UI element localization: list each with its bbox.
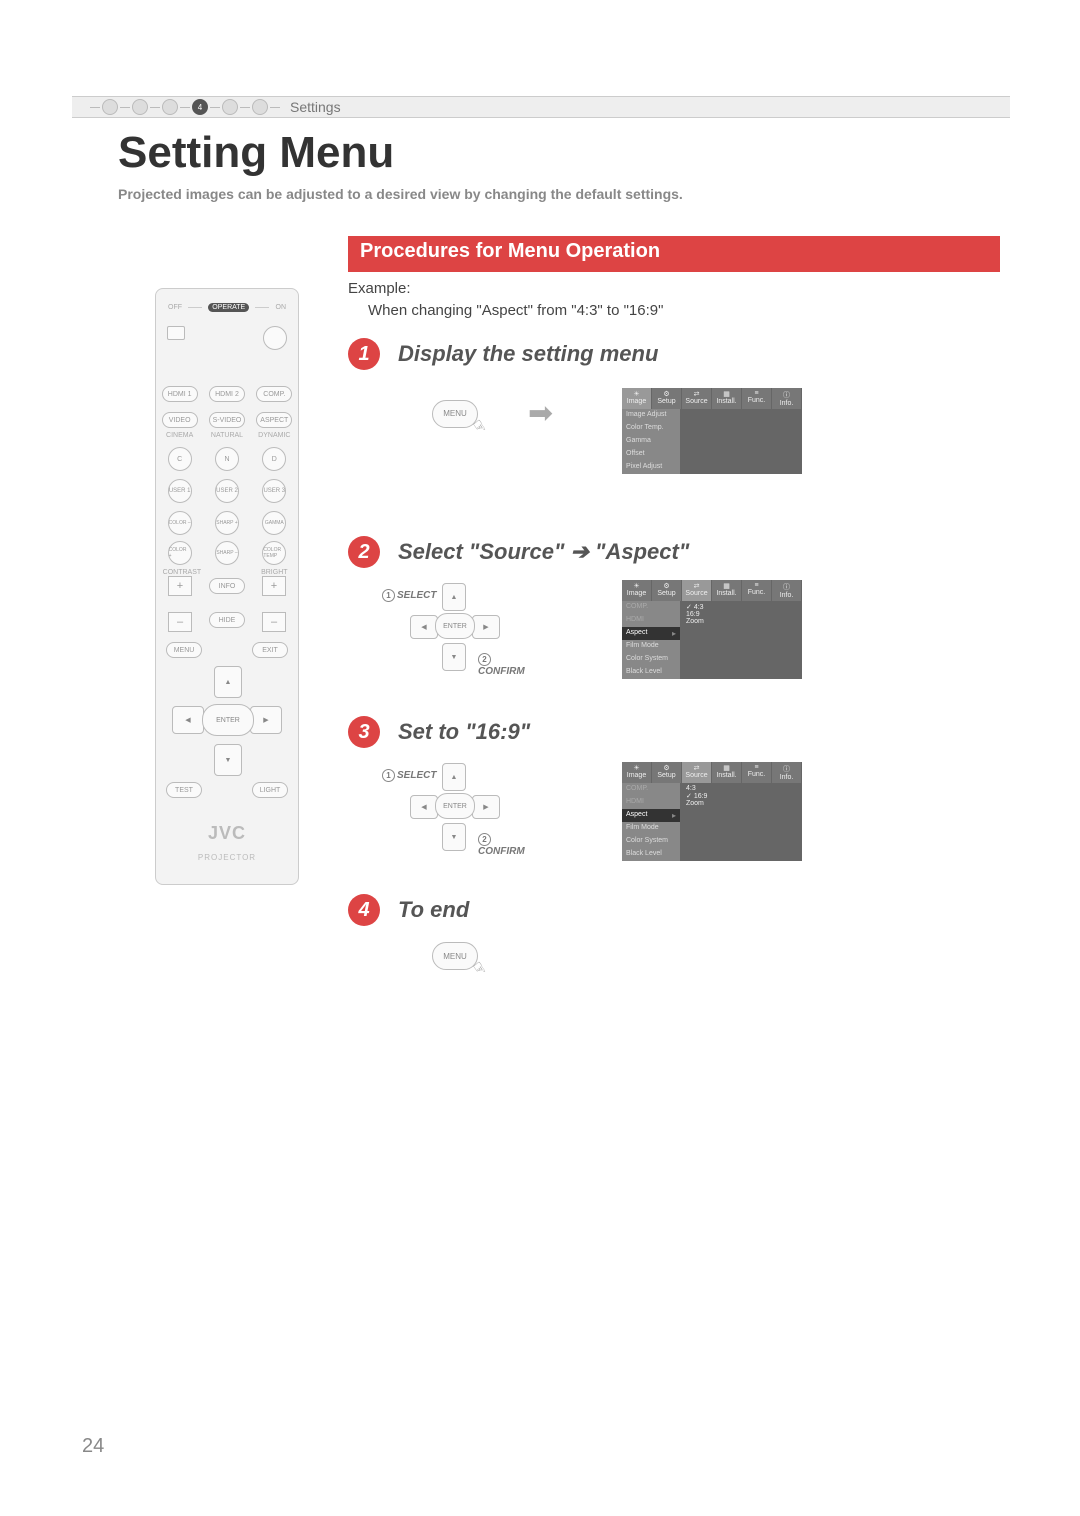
svideo-button[interactable]: S-VIDEO: [209, 412, 245, 428]
operate-label: OPERATE: [208, 303, 249, 312]
sharp-plus-button[interactable]: SHARP +: [215, 511, 239, 535]
contrast-plus[interactable]: +: [168, 576, 192, 596]
cluster3-up[interactable]: ▲: [442, 763, 466, 791]
confirm-label: 2CONFIRM: [478, 653, 525, 677]
cluster3-left[interactable]: ◀: [410, 795, 438, 819]
contrast-minus[interactable]: –: [168, 612, 192, 632]
osd-panel-3: ☀Image ⚙Setup ⇄Source ▦Install. ≡Func. ⓘ…: [622, 762, 802, 861]
page-number: 24: [82, 1435, 104, 1458]
menu-button-icon[interactable]: MENU☟: [432, 400, 478, 428]
dpad-left[interactable]: ◀: [172, 706, 204, 734]
exit-button[interactable]: EXIT: [252, 642, 288, 658]
cluster3-down[interactable]: ▼: [442, 823, 466, 851]
menu-button[interactable]: MENU: [166, 642, 202, 658]
confirm-label-3: 2CONFIRM: [478, 833, 525, 857]
hdmi2-button[interactable]: HDMI 2: [209, 386, 245, 402]
dynamic-button[interactable]: D: [262, 447, 286, 471]
cluster-enter[interactable]: ENTER: [435, 613, 475, 639]
bright-minus[interactable]: –: [262, 612, 286, 632]
osd-panel-1: ☀Image ⚙Setup ⇄Source ▦Install. ≡Func. ⓘ…: [622, 388, 802, 474]
page-title: Setting Menu: [118, 128, 394, 178]
comp-button[interactable]: COMP.: [256, 386, 292, 402]
off-label: OFF: [168, 304, 182, 311]
video-button[interactable]: VIDEO: [162, 412, 198, 428]
cluster-up[interactable]: ▲: [442, 583, 466, 611]
light-button[interactable]: LIGHT: [252, 782, 288, 798]
page-subtitle: Projected images can be adjusted to a de…: [118, 186, 683, 202]
aspect-169-checked: 16:9: [686, 792, 796, 800]
enter-button[interactable]: ENTER: [202, 704, 254, 736]
step-3-title: Set to "16:9": [398, 719, 530, 745]
user2-button[interactable]: USER 2: [215, 479, 239, 503]
dpad: ▲ ▼ ◀ ▶ ENTER: [172, 666, 282, 776]
step-4-badge: 4: [348, 894, 380, 926]
example-label: Example:: [348, 280, 411, 297]
test-button[interactable]: TEST: [166, 782, 202, 798]
hdmi1-button[interactable]: HDMI 1: [162, 386, 198, 402]
user3-button[interactable]: USER 3: [262, 479, 286, 503]
menu-button-end[interactable]: MENU☟: [432, 942, 478, 970]
cinema-button[interactable]: C: [168, 447, 192, 471]
off-button[interactable]: [167, 326, 185, 340]
sharp-minus-button[interactable]: SHARP –: [215, 541, 239, 565]
info-button[interactable]: INFO: [209, 578, 245, 594]
color-minus-button[interactable]: COLOR –: [168, 511, 192, 535]
colortemp-button[interactable]: COLOR TEMP: [262, 541, 286, 565]
dpad-down[interactable]: ▼: [214, 744, 242, 776]
cluster-down[interactable]: ▼: [442, 643, 466, 671]
brand-logo: JVC: [156, 823, 298, 844]
finger-icon: ☟: [470, 416, 489, 438]
step-3-badge: 3: [348, 716, 380, 748]
step-1-badge: 1: [348, 338, 380, 370]
remote-control: OFF OPERATE ON HDMI 1 HDMI 2 COMP. VIDEO…: [155, 288, 299, 885]
dpad-up[interactable]: ▲: [214, 666, 242, 698]
natural-button[interactable]: N: [215, 447, 239, 471]
color-plus-button[interactable]: COLOR +: [168, 541, 192, 565]
progress-dots: 4: [90, 99, 280, 115]
step-2-badge: 2: [348, 536, 380, 568]
breadcrumb-bar: 4 Settings: [72, 96, 1010, 118]
progress-dot-active: 4: [192, 99, 208, 115]
aspect-button[interactable]: ASPECT: [256, 412, 292, 428]
on-label: ON: [276, 304, 287, 311]
cluster-right[interactable]: ▶: [472, 615, 500, 639]
example-text: When changing "Aspect" from "4:3" to "16…: [368, 302, 663, 319]
osd-tab-source: ⇄Source: [682, 580, 712, 601]
step-4-title: To end: [398, 897, 469, 923]
cluster3-right[interactable]: ▶: [472, 795, 500, 819]
arrow-right-icon: ➡: [528, 396, 553, 431]
step-2-title: Select "Source" ➔ "Aspect": [398, 539, 689, 565]
hide-button[interactable]: HIDE: [209, 612, 245, 628]
brand-sub: PROJECTOR: [156, 853, 298, 862]
bright-plus[interactable]: +: [262, 576, 286, 596]
on-button[interactable]: [263, 326, 287, 350]
cluster-left[interactable]: ◀: [410, 615, 438, 639]
cluster3-enter[interactable]: ENTER: [435, 793, 475, 819]
dpad-right[interactable]: ▶: [250, 706, 282, 734]
finger-icon: ☟: [470, 958, 489, 980]
breadcrumb-label: Settings: [290, 99, 341, 115]
osd-tab-image: ☀Image: [622, 388, 652, 409]
osd-row-aspect: Aspect▸: [622, 627, 680, 640]
user1-button[interactable]: USER 1: [168, 479, 192, 503]
step-1-title: Display the setting menu: [398, 341, 658, 367]
procedures-header: Procedures for Menu Operation: [348, 236, 1000, 272]
gamma-button[interactable]: GAMMA: [262, 511, 286, 535]
aspect-43-checked: 4:3: [686, 603, 796, 611]
osd-panel-2: ☀Image ⚙Setup ⇄Source ▦Install. ≡Func. ⓘ…: [622, 580, 802, 679]
